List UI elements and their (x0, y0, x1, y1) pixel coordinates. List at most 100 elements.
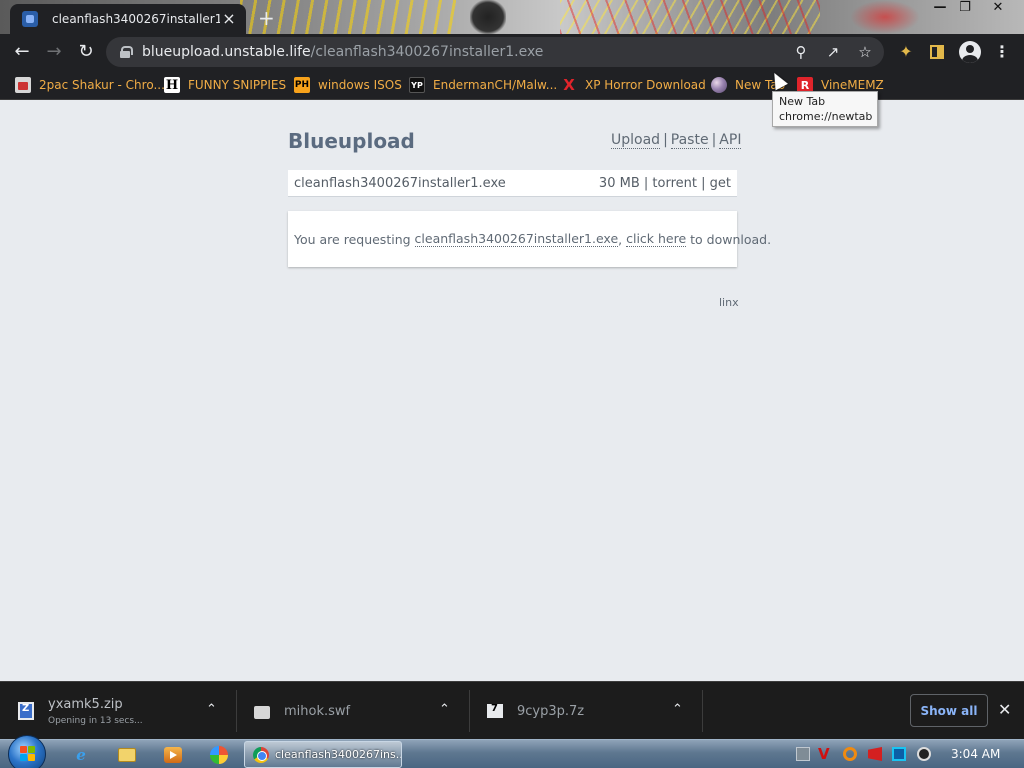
bookmark-tooltip: New Tab chrome://newtab (772, 91, 878, 127)
tab-close-icon[interactable]: × (220, 11, 238, 27)
tray-speaker-icon[interactable] (868, 747, 882, 761)
footer-linx-link[interactable]: linx (719, 296, 739, 309)
separator: | (701, 175, 706, 191)
page-content: Blueupload Upload | Paste | API cleanflash34… (0, 101, 1024, 681)
window-minimize-button[interactable]: — (927, 0, 953, 18)
yp-icon: YP (409, 77, 425, 93)
notice-prefix: You are requesting (294, 231, 415, 247)
chevron-up-icon[interactable]: ⌃ (206, 703, 217, 717)
separator: | (643, 175, 649, 191)
download-item[interactable]: yxamk5.zip Opening in 13 secs... (18, 682, 228, 740)
file-header-card: cleanflash3400267installer1.exe 30 MB | … (288, 170, 737, 197)
bookmark-label: windows ISOS (318, 78, 402, 92)
bookmark-endermanch[interactable]: YP EndermanCH/Malw... (409, 75, 557, 95)
window-close-button[interactable]: ✕ (985, 0, 1011, 18)
2pac-icon (15, 77, 31, 93)
bookmark-label: FUNNY SNIPPIES (188, 78, 287, 92)
search-icon[interactable]: ⚲ (793, 44, 809, 60)
close-icon[interactable]: ✕ (998, 701, 1011, 719)
swf-icon (254, 705, 270, 719)
show-all-button[interactable]: Show all (910, 694, 988, 727)
click-here-link[interactable]: click here (626, 231, 687, 247)
notice-comma: , (618, 231, 627, 247)
chrome-icon (253, 746, 269, 763)
lock-icon[interactable] (120, 46, 133, 58)
bookmark-funny-snippies[interactable]: H FUNNY SNIPPIES (164, 75, 286, 95)
paste-link[interactable]: Paste (670, 132, 709, 149)
downloads-shelf: yxamk5.zip Opening in 13 secs... ⌃ mihok… (0, 681, 1024, 739)
get-link[interactable]: get (710, 176, 731, 191)
window-restore-button[interactable]: ❐ (952, 0, 978, 18)
new-tab-button[interactable]: + (258, 8, 275, 28)
top-nav-links: Upload | Paste | API (611, 132, 742, 149)
file-explorer-icon[interactable] (115, 743, 139, 767)
tooltip-url: chrome://newtab (779, 110, 873, 123)
divider (702, 690, 703, 732)
taskbar-window-label: cleanflash3400267ins... (275, 748, 401, 761)
download-name: yxamk5.zip (48, 696, 123, 712)
windows-logo-icon (20, 746, 36, 762)
blueupload-favicon-icon (22, 11, 38, 27)
back-arrow-icon[interactable]: ← (11, 42, 33, 64)
api-link[interactable]: API (719, 132, 742, 149)
tab-strip: cleanflash3400267installer1.exe × + — ❐ … (0, 0, 1024, 34)
reload-icon[interactable]: ↻ (75, 42, 97, 64)
bookmark-windows-isos[interactable]: PH windows ISOS (294, 75, 402, 95)
tray-display-icon[interactable] (892, 747, 906, 761)
star-bookmark-icon[interactable]: ☆ (857, 44, 873, 60)
download-name: 9cyp3p.7z (517, 703, 585, 719)
chevron-up-icon[interactable]: ⌃ (439, 703, 450, 717)
tray-app-icon[interactable] (917, 747, 931, 761)
download-notice-card: You are requesting cleanflash3400267inst… (288, 211, 771, 267)
forward-arrow-icon[interactable]: → (43, 42, 65, 64)
active-tab[interactable]: cleanflash3400267installer1.exe × (10, 4, 246, 34)
site-brand[interactable]: Blueupload (288, 129, 415, 153)
globe-icon (711, 77, 727, 93)
zip-icon (18, 702, 34, 720)
tray-network-icon[interactable] (796, 747, 810, 761)
file-meta: 30 MB | torrent | get (599, 176, 731, 191)
torrent-link[interactable]: torrent (652, 176, 697, 191)
wallpaper-red-blob (850, 0, 920, 34)
wallpaper-dark-blob (470, 0, 506, 34)
tray-search-icon[interactable] (843, 747, 857, 761)
tooltip-title: New Tab (779, 95, 826, 108)
url-path: /cleanflash3400267installer1.exe (310, 44, 544, 60)
tab-title: cleanflash3400267installer1.exe (52, 12, 220, 26)
menu-kebab-icon[interactable]: ⋮ (992, 42, 1012, 62)
share-icon[interactable]: ↗ (825, 44, 841, 60)
address-bar[interactable]: blueupload.unstable.life/cleanflash34002… (106, 37, 884, 67)
bookmark-label: XP Horror Download (585, 78, 706, 92)
bookmark-xp-horror[interactable]: X XP Horror Download (561, 75, 706, 95)
notice-suffix: to download. (686, 231, 772, 247)
windows-taskbar: e cleanflash3400267ins... V 3:04 AM (0, 735, 1024, 768)
taskbar-chrome-window[interactable]: cleanflash3400267ins... (244, 741, 402, 768)
chevron-up-icon[interactable]: ⌃ (672, 703, 683, 717)
download-item[interactable]: mihok.swf (254, 682, 454, 740)
start-button[interactable] (8, 735, 46, 768)
bookmark-2pac[interactable]: 2pac Shakur - Chro... (15, 75, 165, 95)
x-icon: X (563, 76, 575, 94)
bookmark-label: 2pac Shakur - Chro... (39, 78, 165, 92)
download-item[interactable]: 9cyp3p.7z (487, 682, 687, 740)
media-player-icon[interactable] (161, 743, 185, 767)
upload-link[interactable]: Upload (611, 132, 661, 149)
file-size: 30 MB (598, 175, 640, 191)
taskbar-clock[interactable]: 3:04 AM (951, 747, 1000, 761)
separator: | (663, 132, 668, 148)
requested-file-link[interactable]: cleanflash3400267installer1.exe (414, 231, 619, 247)
ph-icon: PH (294, 77, 310, 93)
internet-explorer-icon[interactable]: e (69, 743, 93, 767)
tray-v-icon[interactable]: V (818, 747, 832, 762)
file-name: cleanflash3400267installer1.exe (294, 175, 506, 191)
download-status: Opening in 13 secs... (48, 715, 143, 726)
url-host: blueupload.unstable.life (142, 44, 311, 60)
side-panel-icon[interactable] (927, 42, 947, 62)
separator: | (711, 132, 717, 148)
profile-avatar-icon[interactable] (959, 41, 981, 63)
browser-toolbar: ← → ↻ blueupload.unstable.life/cleanflas… (0, 34, 1024, 70)
paint-icon[interactable] (207, 743, 231, 767)
wallpaper-graffiti-red (560, 0, 820, 34)
extensions-puzzle-icon[interactable]: ✦ (896, 42, 916, 62)
7z-icon (487, 703, 503, 718)
